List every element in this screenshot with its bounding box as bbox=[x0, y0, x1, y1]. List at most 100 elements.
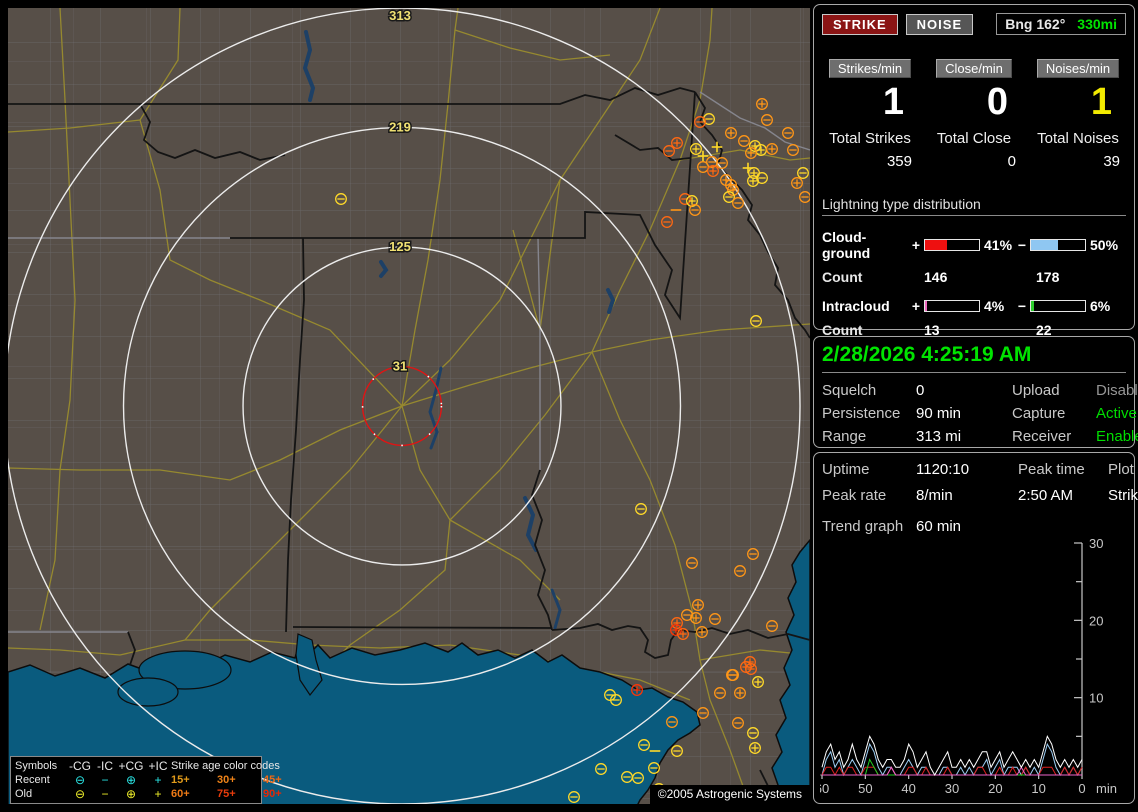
legend-col-pos-cg: +CG bbox=[118, 759, 144, 773]
trend-graph: 10 20 30 60 50 40 30 20 10 0 min bbox=[820, 537, 1117, 795]
status-grid: Squelch 0 Upload Disabled Persistence 90… bbox=[822, 382, 1138, 445]
ic-positive-pct: 4% bbox=[984, 298, 1005, 314]
bearing-distance: 330mi bbox=[1077, 16, 1117, 32]
noise-button[interactable]: NOISE bbox=[905, 13, 974, 35]
trend-graph-label: Trend graph bbox=[822, 518, 904, 535]
cg-count-label: Count bbox=[822, 269, 863, 285]
svg-text:0: 0 bbox=[1078, 781, 1085, 795]
legend-col-neg-ic: -IC bbox=[97, 759, 113, 773]
close-per-min-chip: Close/min bbox=[936, 59, 1012, 78]
svg-text:40: 40 bbox=[901, 781, 915, 795]
noises-per-min-value: 1 bbox=[1090, 81, 1112, 123]
svg-text:30: 30 bbox=[1089, 537, 1103, 551]
svg-text:10: 10 bbox=[1031, 781, 1045, 795]
svg-text:125: 125 bbox=[389, 239, 411, 254]
trend-graph-row: Trend graph 60 min bbox=[822, 518, 1126, 535]
peak-time-label: Peak time bbox=[1018, 461, 1085, 478]
svg-text:20: 20 bbox=[988, 781, 1002, 795]
noises-column: Noises/min 1 Total Noises 39 bbox=[1030, 59, 1126, 170]
receiver-label: Receiver bbox=[1012, 428, 1072, 445]
age-75: 75+ bbox=[217, 788, 236, 800]
noises-per-min-chip: Noises/min bbox=[1036, 59, 1120, 78]
age-90: 90+ bbox=[263, 788, 282, 800]
persistence-label: Persistence bbox=[822, 405, 901, 422]
recent-cg-minus-icon: ⊖ bbox=[74, 773, 86, 787]
upload-label: Upload bbox=[1012, 382, 1060, 399]
svg-text:219: 219 bbox=[389, 120, 411, 135]
range-value: 313 mi bbox=[916, 428, 962, 445]
cloud-ground-row: Cloud-ground + 41% − 50% bbox=[822, 229, 1126, 261]
intracloud-row: Intracloud + 4% − 6% bbox=[822, 298, 1126, 314]
mode-button-row: STRIKE NOISE Bng 162° 330mi bbox=[822, 13, 1126, 35]
ic-negative-bar bbox=[1030, 300, 1086, 312]
app-root: { "top_panel": { "strike_button": "STRIK… bbox=[0, 0, 1138, 812]
recent-cg-plus-icon: ⊕ bbox=[125, 773, 137, 787]
close-per-min-value: 0 bbox=[986, 81, 1008, 123]
peak-rate-value: 8/min bbox=[916, 487, 953, 504]
cg-positive-bar bbox=[924, 239, 980, 251]
age-15: 15+ bbox=[171, 774, 190, 786]
old-cg-minus-icon: ⊖ bbox=[74, 787, 86, 801]
strikes-per-min-chip: Strikes/min bbox=[828, 59, 912, 78]
plus-sign: + bbox=[911, 237, 921, 253]
capture-status: Active bbox=[1096, 405, 1137, 422]
map-canvas[interactable]: 31 125 219 313 bbox=[8, 8, 810, 804]
total-close-value: 0 bbox=[1007, 153, 1016, 170]
legend-age-title: Strike age color codes bbox=[171, 760, 280, 772]
plot-type-value: Strike bbox=[1108, 487, 1138, 504]
old-ic-plus-icon: + bbox=[154, 787, 162, 801]
upload-status: Disabled bbox=[1096, 382, 1138, 399]
svg-text:20: 20 bbox=[1089, 613, 1103, 628]
total-close-label: Total Close bbox=[936, 130, 1012, 147]
svg-text:50: 50 bbox=[858, 781, 872, 795]
squelch-value: 0 bbox=[916, 382, 925, 399]
strike-button[interactable]: STRIKE bbox=[822, 13, 898, 35]
legend-col-neg-cg: -CG bbox=[69, 759, 91, 773]
total-strikes-label: Total Strikes bbox=[829, 130, 911, 147]
bearing-label: Bng 162° bbox=[1005, 16, 1066, 32]
old-ic-minus-icon: − bbox=[101, 787, 109, 801]
cg-positive-count: 146 bbox=[924, 269, 948, 285]
rate-columns: Strikes/min 1 Total Strikes 359 Close/mi… bbox=[822, 59, 1126, 170]
ic-negative-pct: 6% bbox=[1090, 298, 1111, 314]
legend-recent-label: Recent bbox=[15, 774, 50, 786]
receiver-status: Enabled bbox=[1096, 428, 1138, 445]
legend-recent-row: Recent ⊖ − ⊕ + 15+ 30+ 45+ bbox=[15, 773, 282, 787]
status-panel: 2/28/2026 4:25:19 AM Squelch 0 Upload Di… bbox=[813, 336, 1138, 448]
uptime-value: 1120:10 bbox=[916, 461, 970, 478]
peak-time-value: 2:50 AM bbox=[1018, 487, 1074, 504]
cloud-ground-count-row: Count 146 178 bbox=[822, 269, 1126, 285]
old-cg-plus-icon: ⊕ bbox=[125, 787, 137, 801]
cg-positive-pct: 41% bbox=[984, 237, 1013, 253]
ic-positive-bar bbox=[924, 300, 980, 312]
datetime-display: 2/28/2026 4:25:19 AM bbox=[822, 343, 1126, 373]
age-30: 30+ bbox=[217, 774, 236, 786]
minus-sign: − bbox=[1017, 298, 1027, 314]
copyright-label: ©2005 Astrogenic Systems bbox=[649, 785, 810, 804]
legend-col-pos-ic: +IC bbox=[148, 759, 168, 773]
uptime-label: Uptime bbox=[822, 461, 870, 478]
legend-old-label: Old bbox=[15, 788, 33, 800]
trend-graph-window: 60 min bbox=[916, 518, 962, 535]
age-60: 60+ bbox=[171, 788, 190, 800]
svg-text:31: 31 bbox=[393, 359, 407, 374]
stats-panel: STRIKE NOISE Bng 162° 330mi Strikes/min … bbox=[813, 4, 1135, 338]
bearing-display: Bng 162° 330mi bbox=[996, 13, 1126, 35]
legend-header-row: Symbols -CG -IC +CG +IC Strike age color… bbox=[15, 759, 280, 773]
minus-sign: − bbox=[1017, 237, 1027, 253]
uptime-grid: Uptime 1120:10 Peak time Plot Peak rate … bbox=[822, 461, 1138, 504]
close-column: Close/min 0 Total Close 0 bbox=[926, 59, 1022, 170]
persistence-value: 90 min bbox=[916, 405, 962, 422]
intracloud-label: Intracloud bbox=[822, 298, 890, 314]
strikes-column: Strikes/min 1 Total Strikes 359 bbox=[822, 59, 918, 170]
total-strikes-value: 359 bbox=[886, 153, 912, 170]
svg-text:10: 10 bbox=[1089, 691, 1103, 706]
cg-negative-count: 178 bbox=[1036, 269, 1060, 285]
plot-label: Plot bbox=[1108, 461, 1134, 478]
capture-label: Capture bbox=[1012, 405, 1066, 422]
legend-symbols-header: Symbols bbox=[15, 760, 58, 772]
age-45: 45+ bbox=[263, 774, 282, 786]
lightning-map[interactable]: 31 125 219 313 Symbols -CG -IC +CG +IC Stri… bbox=[8, 8, 810, 804]
plus-sign: + bbox=[911, 298, 921, 314]
strikes-per-min-value: 1 bbox=[882, 81, 904, 123]
